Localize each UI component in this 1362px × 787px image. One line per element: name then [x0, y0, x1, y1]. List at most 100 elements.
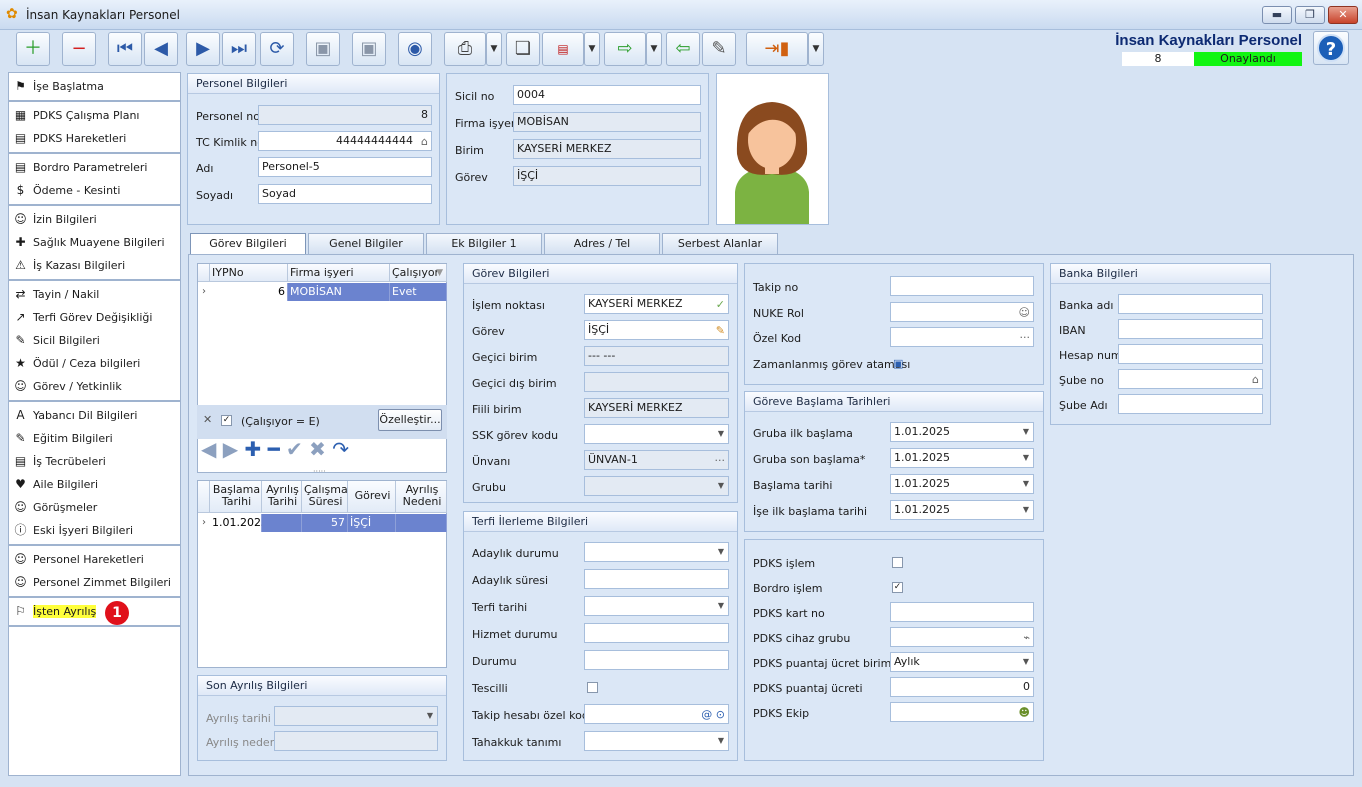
nav-delete-icon[interactable]: ━ [268, 437, 280, 461]
grid-header[interactable]: Başlama Tarihi [210, 481, 262, 513]
sidebar-item[interactable]: ⚠ İş Kazası Bilgileri [9, 254, 180, 277]
soyad-field[interactable]: Soyad [258, 184, 432, 204]
terfi-field[interactable] [584, 569, 729, 589]
gorev-field[interactable]: --- --- [584, 346, 729, 366]
sidebar-item[interactable]: ↗ Terfi Görev Değişikliği [9, 306, 180, 329]
sidebar-item[interactable]: ⇄ Tayin / Nakil [9, 283, 180, 306]
birim-field[interactable]: KAYSERİ MERKEZ [513, 139, 701, 159]
nav-refresh-icon[interactable]: ↷ [332, 437, 349, 461]
sidebar-item[interactable]: A Yabancı Dil Bilgileri [9, 404, 180, 427]
prev-record-button[interactable]: ◀ [144, 32, 178, 66]
sidebar-item[interactable]: ✚ Sağlık Muayene Bilgileri [9, 231, 180, 254]
close-button[interactable]: ✕ [1328, 6, 1358, 24]
personel-photo[interactable] [716, 73, 829, 225]
gorev-field[interactable]: KAYSERİ MERKEZ ✓ [584, 294, 729, 314]
personel-no-field[interactable]: 8 [258, 105, 432, 125]
pdks-field[interactable]: Aylık ▼ [890, 652, 1034, 672]
next-record-button[interactable]: ▶ [186, 32, 220, 66]
nav-prev-icon[interactable]: ◀ [201, 437, 216, 461]
tab-genel-bilgiler[interactable]: Genel Bilgiler [308, 233, 424, 255]
tc-field[interactable]: 44444444444 ⌂ [258, 131, 432, 151]
terfi-field[interactable]: @ ⊙ [584, 704, 729, 724]
gorev-field[interactable]: ▼ [584, 476, 729, 496]
gorev-field[interactable]: ▼ [584, 424, 729, 444]
minimize-button[interactable]: ▬ [1262, 6, 1292, 24]
nav-cancel-icon[interactable]: ✖ [309, 437, 326, 461]
firma-field[interactable]: MOBİSAN [513, 112, 701, 132]
table-cell[interactable]: Evet [390, 283, 447, 301]
grid-header[interactable]: Çalışma Süresi [302, 481, 348, 513]
grid-header[interactable]: Görevi [348, 481, 396, 513]
save-button[interactable]: ▣ [306, 32, 340, 66]
print-button[interactable]: ⎙ [444, 32, 486, 66]
banka-field[interactable] [1118, 394, 1263, 414]
pdf-button[interactable]: ▤ [542, 32, 584, 66]
tools-button[interactable]: ✎ [702, 32, 736, 66]
table-cell[interactable]: 6 [210, 283, 288, 301]
grid-header[interactable]: Firma işyeri [288, 264, 390, 282]
nav-post-icon[interactable]: ✔ [286, 437, 303, 461]
ozel-kod-field[interactable]: ··· [890, 327, 1034, 347]
table-cell[interactable]: MOBİSAN [288, 283, 390, 301]
banka-field[interactable] [1118, 319, 1263, 339]
export-dropdown[interactable]: ▼ [646, 32, 662, 66]
terfi-field[interactable] [584, 623, 729, 643]
help-button[interactable]: ? [1313, 31, 1349, 65]
pdks-field[interactable]: ☻ [890, 702, 1034, 722]
banka-field[interactable] [1118, 294, 1263, 314]
baslama-date-field[interactable]: 1.01.2025 ▼ [890, 474, 1034, 494]
tab-gorev-bilgileri[interactable]: Görev Bilgileri [190, 233, 306, 256]
banka-field[interactable] [1118, 344, 1263, 364]
gorev-field[interactable]: ÜNVAN-1 ··· [584, 450, 729, 470]
sidebar-item[interactable]: $ Ödeme - Kesinti [9, 179, 180, 202]
calendar-icon[interactable]: ▣ [893, 357, 903, 370]
sidebar-item[interactable]: ▤ PDKS Hareketleri [9, 127, 180, 150]
tab-serbest-alanlar[interactable]: Serbest Alanlar [662, 233, 778, 255]
exit-button[interactable]: ⇥▮ [746, 32, 808, 66]
sidebar-item[interactable]: ▤ Bordro Parametreleri [9, 156, 180, 179]
table-cell[interactable]: İŞÇİ [348, 514, 396, 532]
gorev-field[interactable]: İŞÇİ [513, 166, 701, 186]
pdks-field[interactable]: ⌁ [890, 627, 1034, 647]
filter-checkbox[interactable]: ✓ [221, 415, 232, 426]
attach-button[interactable]: ❏ [506, 32, 540, 66]
sidebar-item[interactable]: ✎ Eğitim Bilgileri [9, 427, 180, 450]
sidebar-item[interactable]: ✎ Sicil Bilgileri [9, 329, 180, 352]
sidebar-item[interactable]: ♥ Aile Bilgileri [9, 473, 180, 496]
pdks-field[interactable]: 0 [890, 677, 1034, 697]
sidebar-item[interactable]: ☺ Personel Zimmet Bilgileri [9, 571, 180, 594]
nav-next-icon[interactable]: ▶ [223, 437, 238, 461]
import-button[interactable]: ⇦ [666, 32, 700, 66]
maximize-button[interactable]: ❐ [1295, 6, 1325, 24]
table-cell[interactable]: 57 [302, 514, 348, 532]
sidebar-item[interactable]: ▦ PDKS Çalışma Planı [9, 104, 180, 127]
sidebar-item[interactable]: ☺ Personel Hareketleri [9, 548, 180, 571]
sidebar-item[interactable]: ⚑ İşe Başlatma [9, 75, 180, 98]
table-cell[interactable] [262, 514, 302, 532]
sidebar-item[interactable]: ⓘ Eski İşyeri Bilgileri [9, 519, 180, 542]
pdks-field[interactable] [890, 602, 1034, 622]
print-dropdown[interactable]: ▼ [486, 32, 502, 66]
ayrilis-nedeni-field[interactable] [274, 731, 438, 751]
pdks-checkbox[interactable] [892, 557, 903, 568]
exit-dropdown[interactable]: ▼ [808, 32, 824, 66]
new-record-button[interactable]: ＋ [16, 32, 50, 66]
tab-ek-bilgiler[interactable]: Ek Bilgiler 1 [426, 233, 542, 255]
sidebar-item[interactable]: ☺ Görev / Yetkinlik [9, 375, 180, 398]
export-button[interactable]: ⇨ [604, 32, 646, 66]
table-cell[interactable] [396, 514, 447, 532]
sicil-field[interactable]: 0004 [513, 85, 701, 105]
grid-header[interactable]: Çalışıyor ▼ [390, 264, 447, 282]
gorev-field[interactable]: İŞÇİ ✎ [584, 320, 729, 340]
grid-header[interactable]: Ayrılış Tarihi [262, 481, 302, 513]
pdks-checkbox[interactable]: ✓ [892, 582, 903, 593]
gorev-field[interactable]: KAYSERİ MERKEZ [584, 398, 729, 418]
baslama-date-field[interactable]: 1.01.2025 ▼ [890, 500, 1034, 520]
sidebar-item[interactable]: ☺ Görüşmeler [9, 496, 180, 519]
nuke-rol-field[interactable]: ☺ [890, 302, 1034, 322]
customize-button[interactable]: Özelleştir... [378, 409, 442, 431]
ad-field[interactable]: Personel-5 [258, 157, 432, 177]
terfi-field[interactable]: ▼ [584, 542, 729, 562]
sidebar-item[interactable]: ⚐ İşten Ayrılış 1 [9, 600, 180, 625]
delete-record-button[interactable]: − [62, 32, 96, 66]
